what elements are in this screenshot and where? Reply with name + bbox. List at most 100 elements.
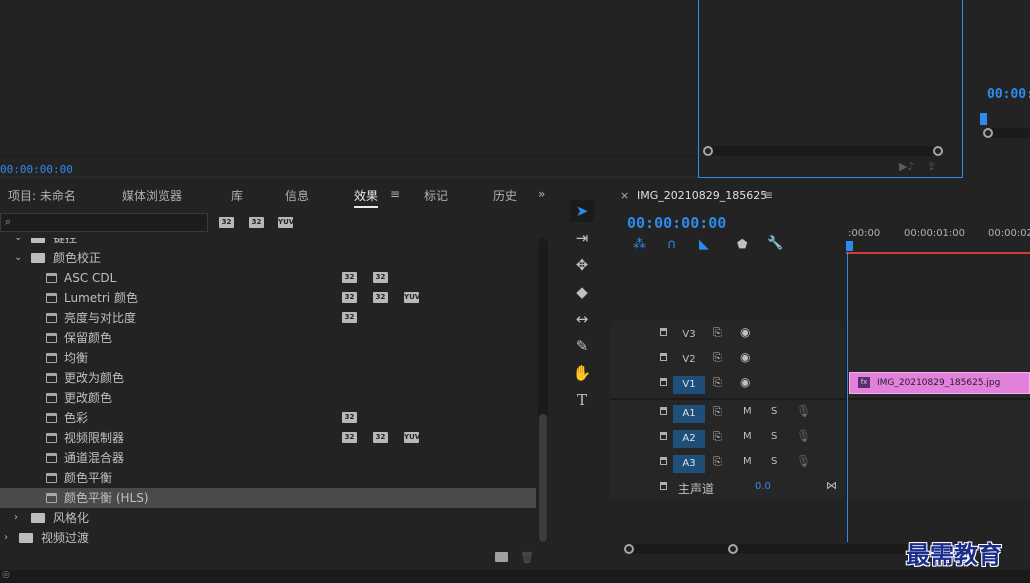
program-timecode[interactable]: 00:00:0 [987,87,1030,102]
lock-icon[interactable] [660,457,667,465]
scroll-start-handle[interactable] [703,146,713,156]
razor-tool-icon[interactable]: ◆ [570,281,594,303]
sequence-tab[interactable]: IMG_20210829_185625 [637,189,767,202]
tree-effect-asc-cdl[interactable]: ASC CDL 32 32 [0,268,536,288]
tab-media-browser[interactable]: 媒体浏览器 [122,187,182,204]
ripple-edit-tool-icon[interactable]: ✥ [570,254,594,276]
playhead-line[interactable] [847,252,848,542]
lock-icon[interactable] [660,378,667,386]
hand-tool-icon[interactable]: ✋ [570,362,594,384]
tab-info[interactable]: 信息 [285,187,309,204]
solo-button[interactable]: S [771,456,777,467]
scroll-end-handle[interactable] [933,146,943,156]
master-volume-value[interactable]: 0.0 [755,481,771,492]
program-scrollbar[interactable] [983,128,1030,138]
track-target-v2[interactable]: V2 [673,351,705,369]
tree-effect-color-balance-hls[interactable]: 颜色平衡 (HLS) [0,488,536,508]
tree-folder-video-transitions[interactable]: › 视频过渡 [0,528,536,548]
tree-effect-lumetri[interactable]: Lumetri 颜色 32 32 YUV [0,288,536,308]
chevron-right-icon[interactable]: › [14,508,18,528]
export-frame-icon[interactable]: ⇪ [927,160,936,173]
timeline-zoom-scrollbar[interactable] [624,544,924,554]
tree-effect-tint[interactable]: 色彩 32 [0,408,536,428]
effects-vertical-scrollbar[interactable] [538,238,548,543]
track-target-v3[interactable]: V3 [673,326,705,344]
playhead-icon[interactable] [846,241,853,251]
tree-folder-stylize[interactable]: › 风格化 [0,508,536,528]
scroll-thumb[interactable] [539,414,547,542]
new-bin-icon[interactable] [495,552,508,562]
sync-lock-icon[interactable]: ⎘ [713,351,722,365]
32bit-filter-icon[interactable]: 32 [249,217,264,228]
playhead-marker-icon[interactable] [980,113,987,125]
work-area-bar[interactable] [846,252,1030,254]
scroll-end-handle[interactable] [728,544,738,554]
eye-icon[interactable]: ◉ [740,325,750,339]
tab-effects[interactable]: 效果 [354,187,379,208]
yuv-filter-icon[interactable]: YUV [278,217,294,228]
lock-icon[interactable] [660,482,667,490]
tab-markers[interactable]: 标记 [424,187,448,204]
mute-button[interactable]: M [743,456,752,467]
solo-button[interactable]: S [771,406,777,417]
scroll-handle[interactable] [983,128,993,138]
tab-history[interactable]: 历史 [493,187,517,204]
microphone-icon[interactable]: 🎙 [796,429,811,443]
tree-effect-video-limiter[interactable]: 视频限制器 32 32 YUV [0,428,536,448]
tree-folder-color-correction[interactable]: ⌄ 颜色校正 [0,248,536,268]
sync-lock-icon[interactable]: ⎘ [713,405,722,419]
microphone-icon[interactable]: 🎙 [796,454,811,468]
timeline-timecode[interactable]: 00:00:00:00 [627,214,726,232]
tree-effect-brightness-contrast[interactable]: 亮度与对比度 32 [0,308,536,328]
microphone-icon[interactable]: 🎙 [796,404,811,418]
timeline-clip[interactable]: fx IMG_20210829_185625.jpg [849,372,1030,394]
settings-wrench-icon[interactable]: 🔧 [767,236,783,251]
lock-icon[interactable] [660,432,667,440]
chevron-down-icon[interactable]: ⌄ [14,248,22,268]
slip-tool-icon[interactable]: ↔ [570,308,594,330]
snap-magnet-icon[interactable]: ∩ [667,237,677,252]
sync-lock-icon[interactable]: ⎘ [713,376,722,390]
lock-icon[interactable] [660,407,667,415]
pen-tool-icon[interactable]: ✎ [570,335,594,357]
insert-icon[interactable]: ▶♪ [899,160,914,173]
status-icon[interactable]: ◎ [2,570,10,580]
tab-project[interactable]: 项目: 未命名 [8,187,76,204]
track-target-a1[interactable]: A1 [673,405,705,423]
accelerated-effects-filter-icon[interactable]: 32 [219,217,234,228]
track-select-tool-icon[interactable]: ⇥ [570,227,594,249]
track-target-a3[interactable]: A3 [673,455,705,473]
tree-effect-change-color[interactable]: 更改颜色 [0,388,536,408]
close-icon[interactable]: × [620,189,629,202]
panel-menu-icon[interactable]: ≡ [763,188,773,202]
panel-menu-icon[interactable]: ≡ [390,187,400,201]
chevron-right-icon[interactable]: › [4,528,8,548]
nest-toggle-icon[interactable]: ⁂ [633,237,646,252]
tab-libraries[interactable]: 库 [231,187,243,204]
tree-effect-change-to-color[interactable]: 更改为颜色 [0,368,536,388]
overflow-chevron-icon[interactable]: » [538,187,545,201]
tree-effect-equalize[interactable]: 均衡 [0,348,536,368]
program-zoom-scrollbar[interactable] [703,146,943,156]
solo-button[interactable]: S [771,431,777,442]
time-ruler[interactable]: :00:00 00:00:01:00 00:00:02 [846,228,1030,256]
go-to-edit-icon[interactable]: ⋈ [826,479,837,492]
delete-icon[interactable]: 🗑 [520,551,534,564]
eye-icon[interactable]: ◉ [740,350,750,364]
selection-tool-icon[interactable]: ➤ [570,200,594,222]
sync-lock-icon[interactable]: ⎘ [713,430,722,444]
track-target-v1[interactable]: V1 [673,376,705,394]
chevron-down-icon[interactable]: ⌄ [14,238,22,248]
source-timecode[interactable]: 00:00:00:00 [0,163,73,176]
lock-icon[interactable] [660,353,667,361]
sync-lock-icon[interactable]: ⎘ [713,326,722,340]
track-target-a2[interactable]: A2 [673,430,705,448]
linked-selection-icon[interactable]: ◣ [699,237,709,252]
tree-folder-keying[interactable]: ⌄ 键控 [0,238,536,248]
mute-button[interactable]: M [743,406,752,417]
sync-lock-icon[interactable]: ⎘ [713,455,722,469]
type-tool-icon[interactable]: T [570,389,594,411]
tree-effect-channel-mixer[interactable]: 通道混合器 [0,448,536,468]
add-marker-icon[interactable]: ⬟ [737,237,747,251]
eye-icon[interactable]: ◉ [740,375,750,389]
